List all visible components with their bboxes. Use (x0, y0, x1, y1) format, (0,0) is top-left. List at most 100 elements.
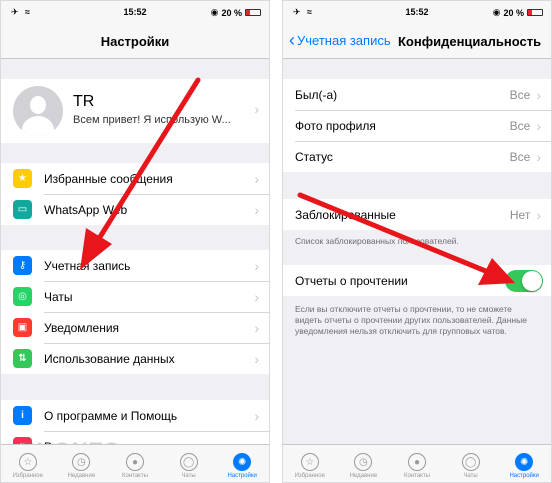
status-battery-text: 20 % (221, 7, 242, 18)
tab-2[interactable]: ● Контакты (108, 445, 162, 482)
tab-bar: ☆ Избранное ◷ Недавние ● Контакты ◯ Чаты… (283, 444, 551, 482)
star-icon: ★ (13, 169, 32, 188)
key-icon: ⚷ (13, 256, 32, 275)
read-receipts-row: Отчеты о прочтении (283, 265, 551, 296)
notification-icon: ▣ (13, 318, 32, 337)
tab-icon: ◯ (179, 453, 198, 471)
tab-icon: ☆ (18, 453, 37, 471)
tab-icon: ● (407, 453, 426, 471)
status-bar: ✈ ≈ 15:52 ◉ 20 % (1, 1, 269, 23)
nav-bar: Настройки (1, 23, 269, 59)
battery-icon (527, 9, 543, 16)
tab-label: Чаты (463, 473, 478, 479)
chevron-right-icon: › (536, 86, 541, 103)
tab-label: Контакты (122, 473, 148, 479)
tab-3[interactable]: ◯ Чаты (444, 445, 498, 482)
page-title: Настройки (100, 34, 170, 49)
tab-label: Недавние (67, 473, 96, 479)
chevron-right-icon: › (536, 117, 541, 134)
data-icon: ⇅ (13, 349, 32, 368)
privacy-row-label: Был(-а) (295, 87, 338, 102)
alarm-icon: ◉ (492, 7, 501, 17)
privacy-row[interactable]: Статус Все › (283, 141, 551, 172)
status-bar: ✈ ≈ 15:52 ◉ 20 % (283, 1, 551, 23)
tab-label: Настройки (509, 473, 539, 479)
battery-icon (245, 9, 261, 16)
profile-row[interactable]: TR Всем привет! Я использую W... › (1, 79, 269, 143)
back-button[interactable]: ‹ Учетная запись (289, 30, 391, 50)
info-icon: i (13, 406, 32, 425)
tab-bar: ☆ Избранное ◷ Недавние ● Контакты ◯ Чаты… (1, 444, 269, 482)
blocked-row[interactable]: Заблокированные Нет › (283, 199, 551, 230)
privacy-row-value: Все (509, 118, 531, 133)
settings-item[interactable]: ◎ Чаты › (1, 281, 269, 312)
privacy-screen: ✈ ≈ 15:52 ◉ 20 % ‹ Учетная запись Конфид… (282, 0, 552, 483)
privacy-row-value: Все (509, 149, 531, 164)
settings-item[interactable]: ⚷ Учетная запись › (1, 250, 269, 281)
settings-item-label: Избранные сообщения (44, 171, 173, 186)
tab-icon: ◷ (72, 453, 91, 471)
privacy-row[interactable]: Был(-а) Все › (283, 79, 551, 110)
tab-label: Избранное (12, 473, 43, 479)
blocked-label: Заблокированные (295, 207, 396, 222)
tab-0[interactable]: ☆ Избранное (283, 445, 337, 482)
chevron-right-icon: › (254, 170, 259, 187)
chevron-right-icon: › (254, 350, 259, 367)
chevron-right-icon: › (254, 257, 259, 274)
settings-item[interactable]: ⇅ Использование данных › (1, 343, 269, 374)
tab-4[interactable]: ✺ Настройки (215, 445, 269, 482)
read-receipts-toggle[interactable] (505, 269, 543, 292)
status-battery-text: 20 % (503, 7, 524, 18)
settings-item-label: Уведомления (44, 320, 120, 335)
settings-item[interactable]: i О программе и Помощь › (1, 400, 269, 431)
settings-item[interactable]: ★ Избранные сообщения › (1, 163, 269, 194)
tab-0[interactable]: ☆ Избранное (1, 445, 55, 482)
chevron-right-icon: › (254, 201, 259, 218)
settings-item-label: WhatsApp Web (44, 202, 128, 217)
tab-label: Недавние (349, 473, 378, 479)
tab-label: Настройки (227, 473, 257, 479)
tab-icon: ✺ (233, 453, 252, 471)
chevron-right-icon: › (254, 319, 259, 336)
settings-item-label: Использование данных (44, 351, 175, 366)
profile-status: Всем привет! Я использую W... (73, 114, 231, 126)
back-label: Учетная запись (297, 33, 391, 48)
tab-icon: ◷ (354, 453, 373, 471)
privacy-row-label: Статус (295, 149, 333, 164)
blocked-value: Нет (509, 207, 531, 222)
tab-1[interactable]: ◷ Недавние (55, 445, 109, 482)
chevron-right-icon: › (254, 407, 259, 424)
profile-name: TR (73, 93, 95, 110)
nav-bar: ‹ Учетная запись Конфиденциальность (283, 23, 551, 59)
tab-1[interactable]: ◷ Недавние (337, 445, 391, 482)
tab-label: Избранное (294, 473, 325, 479)
alarm-icon: ◉ (210, 7, 219, 17)
tab-icon: ◯ (461, 453, 480, 471)
tab-3[interactable]: ◯ Чаты (162, 445, 216, 482)
privacy-row[interactable]: Фото профиля Все › (283, 110, 551, 141)
tab-icon: ☆ (300, 453, 319, 471)
settings-item-label: О программе и Помощь (44, 408, 178, 423)
chevron-right-icon: › (536, 148, 541, 165)
settings-item[interactable]: ▭ WhatsApp Web › (1, 194, 269, 225)
read-receipts-footnote: Если вы отключите отчеты о прочтении, то… (295, 304, 527, 336)
whatsapp-icon: ◎ (13, 287, 32, 306)
read-receipts-label: Отчеты о прочтении (295, 273, 408, 288)
tab-4[interactable]: ✺ Настройки (497, 445, 551, 482)
chevron-right-icon: › (254, 288, 259, 305)
settings-screen: ✈ ≈ 15:52 ◉ 20 % Настройки TR Всем приве… (0, 0, 270, 483)
tab-label: Чаты (181, 473, 196, 479)
privacy-row-label: Фото профиля (295, 118, 376, 133)
tab-label: Контакты (404, 473, 430, 479)
settings-item-label: Чаты (44, 289, 73, 304)
blocked-footnote: Список заблокированных пользователей. (295, 236, 459, 246)
tab-2[interactable]: ● Контакты (390, 445, 444, 482)
settings-item[interactable]: ▣ Уведомления › (1, 312, 269, 343)
page-title: Конфиденциальность (398, 34, 542, 49)
tab-icon: ✺ (515, 453, 534, 471)
laptop-icon: ▭ (13, 200, 32, 219)
tab-icon: ● (125, 453, 144, 471)
avatar (13, 86, 63, 136)
chevron-right-icon: › (254, 101, 259, 117)
chevron-left-icon: ‹ (289, 30, 295, 50)
